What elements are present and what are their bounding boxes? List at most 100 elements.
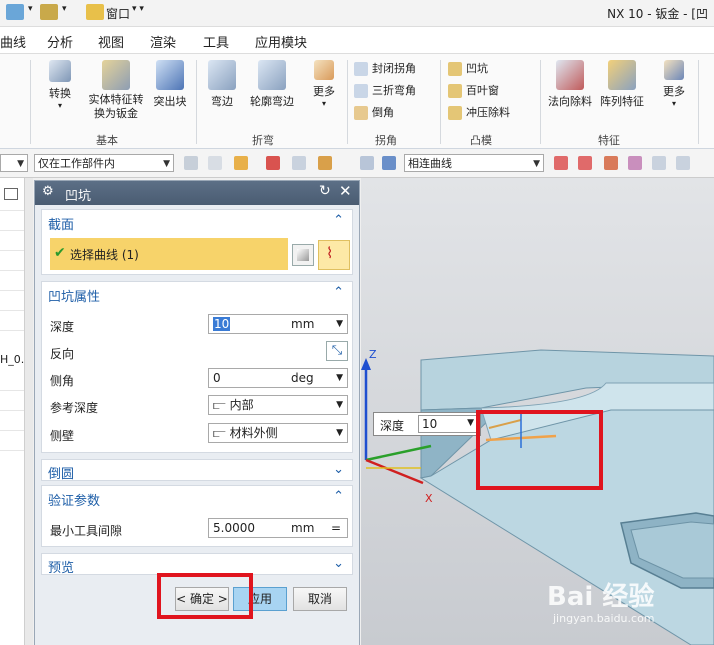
point-snap-icon[interactable] xyxy=(266,156,280,170)
depth-input[interactable]: 10 mm ▼ xyxy=(208,314,348,334)
louver-label: 百叶窗 xyxy=(466,84,499,97)
min-tool-unit: mm xyxy=(291,521,315,535)
depth-onscreen-label: 深度 xyxy=(380,419,405,433)
section-title[interactable]: 截面 xyxy=(48,214,74,233)
intersection-icon[interactable] xyxy=(554,156,568,170)
drawn-cutout-label: 冲压除料 xyxy=(466,106,510,119)
scope-filter-combo[interactable]: 仅在工作部件内 ▼ xyxy=(34,154,174,172)
select-all-icon[interactable] xyxy=(234,156,248,170)
dimple-button[interactable]: 凹坑 xyxy=(446,60,488,78)
contour-flange-icon xyxy=(258,60,286,90)
three-bend-corner-button[interactable]: 三折弯角 xyxy=(352,82,416,100)
menu-render[interactable]: 渲染 xyxy=(150,32,176,51)
divider xyxy=(0,410,24,411)
save-icon[interactable] xyxy=(6,4,24,20)
convert-button[interactable]: 转换 ▾ xyxy=(40,60,80,110)
navigator-item-text[interactable]: H_0. xyxy=(0,353,24,366)
chamfer-icon xyxy=(354,106,368,120)
menu-curve[interactable]: 曲线 xyxy=(0,32,26,51)
scope-filter-value: 仅在工作部件内 xyxy=(38,157,115,170)
side-wall-select[interactable]: ⫍ 材料外侧 ▼ xyxy=(208,423,348,443)
dimple-label: 凹坑 xyxy=(466,62,488,75)
menu-application[interactable]: 应用模块 xyxy=(255,32,307,51)
menu-tools[interactable]: 工具 xyxy=(203,32,229,51)
properties-title[interactable]: 凹坑属性 xyxy=(48,286,100,305)
three-bend-corner-icon xyxy=(354,84,368,98)
louver-button[interactable]: 百叶窗 xyxy=(446,82,499,100)
tangent-icon[interactable] xyxy=(578,156,592,170)
tab-icon xyxy=(156,60,184,90)
sketch-section-button[interactable] xyxy=(292,244,314,266)
more-feature-button[interactable]: 更多 ▾ xyxy=(656,60,692,108)
louver-icon xyxy=(448,84,462,98)
cancel-button[interactable]: 取消 xyxy=(293,587,347,611)
validation-title[interactable]: 验证参数 xyxy=(48,490,100,509)
rect-select-icon[interactable] xyxy=(292,156,306,170)
convert-label: 转换 xyxy=(49,87,71,100)
reset-icon[interactable]: ↻ xyxy=(319,183,331,199)
group-feature-label: 特征 xyxy=(598,134,620,147)
chevron-down-icon[interactable]: ⌄ xyxy=(333,556,344,571)
window-icon[interactable] xyxy=(86,4,104,20)
window-menu[interactable]: 窗口 xyxy=(106,5,130,22)
pattern-feature-button[interactable]: 阵列特征 xyxy=(598,60,646,109)
lasso-icon[interactable] xyxy=(318,156,332,170)
group-bend-label: 折弯 xyxy=(252,134,274,147)
arrow-icon[interactable] xyxy=(652,156,666,170)
drawn-cutout-button[interactable]: 冲压除料 xyxy=(446,104,510,122)
stop-at-icon[interactable] xyxy=(604,156,618,170)
chevron-down-icon[interactable]: ⌄ xyxy=(333,462,344,477)
solid-to-sheet-button[interactable]: 实体特征转换为钣金 xyxy=(86,60,146,121)
reverse-direction-button[interactable]: ⤡ xyxy=(326,341,348,361)
chevron-up-icon[interactable]: ⌃ xyxy=(333,489,344,504)
chevron-up-icon[interactable]: ⌃ xyxy=(333,285,344,300)
undo-icon[interactable] xyxy=(40,4,58,20)
contour-flange-button[interactable]: 轮廓弯边 xyxy=(246,60,298,109)
chevron-down-icon[interactable]: ▾ ▾ xyxy=(132,4,144,14)
chevron-up-icon[interactable]: ⌃ xyxy=(333,213,344,228)
equals-icon[interactable]: = xyxy=(331,519,341,537)
curve-rule-combo[interactable]: 相连曲线 ▼ xyxy=(404,154,544,172)
snap-icon[interactable] xyxy=(208,156,222,170)
flange-button[interactable]: 弯边 xyxy=(204,60,240,109)
side-angle-input[interactable]: 0 deg ▼ xyxy=(208,368,348,388)
filter-icon[interactable] xyxy=(184,156,198,170)
chamfer-button[interactable]: 倒角 xyxy=(352,104,394,122)
side-angle-label: 侧角 xyxy=(50,374,75,388)
menu-view[interactable]: 视图 xyxy=(98,32,124,51)
closed-corner-button[interactable]: 封闭拐角 xyxy=(352,60,416,78)
reverse-label: 反向 xyxy=(50,347,75,361)
chevron-down-icon[interactable]: ▾ xyxy=(28,4,33,14)
face-filter-icon[interactable] xyxy=(382,156,396,170)
ribbon: 转换 ▾ 实体特征转换为钣金 突出块 基本 弯边 轮廓弯边 更多 ▾ 折弯 封闭… xyxy=(0,54,714,149)
side-wall-label: 侧壁 xyxy=(50,429,75,443)
round-title[interactable]: 倒圆 xyxy=(48,463,74,482)
chevron-down-icon: ▼ xyxy=(336,400,343,410)
ref-depth-select[interactable]: ⫍ 内部 ▼ xyxy=(208,395,348,415)
chevron-down-icon: ▾ xyxy=(57,101,62,110)
close-icon[interactable]: ✕ xyxy=(339,182,352,200)
tab-button[interactable]: 突出块 xyxy=(150,60,190,109)
follow-icon[interactable] xyxy=(628,156,642,170)
graphics-viewport[interactable]: Z X 深度 10 ▼ Bai 经验 jingyan.baidu.com xyxy=(361,178,714,645)
solid-filter-icon[interactable] xyxy=(360,156,374,170)
preview-title[interactable]: 预览 xyxy=(48,557,74,576)
curve-button[interactable]: ⌇ xyxy=(318,240,350,270)
divider xyxy=(698,60,699,144)
more-bend-button[interactable]: 更多 ▾ xyxy=(306,60,342,108)
gear-icon[interactable]: ⚙ xyxy=(42,184,54,199)
menu-analysis[interactable]: 分析 xyxy=(47,32,73,51)
divider xyxy=(440,60,441,144)
normal-cutout-label: 法向除料 xyxy=(548,95,592,108)
depth-onscreen-input[interactable]: 10 ▼ xyxy=(418,415,478,433)
navigator-icon[interactable] xyxy=(4,188,18,200)
min-tool-input[interactable]: 5.0000 mm = xyxy=(208,518,348,538)
divider xyxy=(196,60,197,144)
normal-cutout-button[interactable]: 法向除料 xyxy=(546,60,594,109)
dimple-icon xyxy=(448,62,462,76)
chevron-down-icon[interactable]: ▾ xyxy=(62,4,67,14)
select-curve-row[interactable]: ✔ 选择曲线 (1) xyxy=(50,238,288,270)
group-emboss-label: 凸模 xyxy=(470,134,492,147)
snap-settings-icon[interactable] xyxy=(676,156,690,170)
type-filter-combo[interactable]: ▼ xyxy=(0,154,28,172)
